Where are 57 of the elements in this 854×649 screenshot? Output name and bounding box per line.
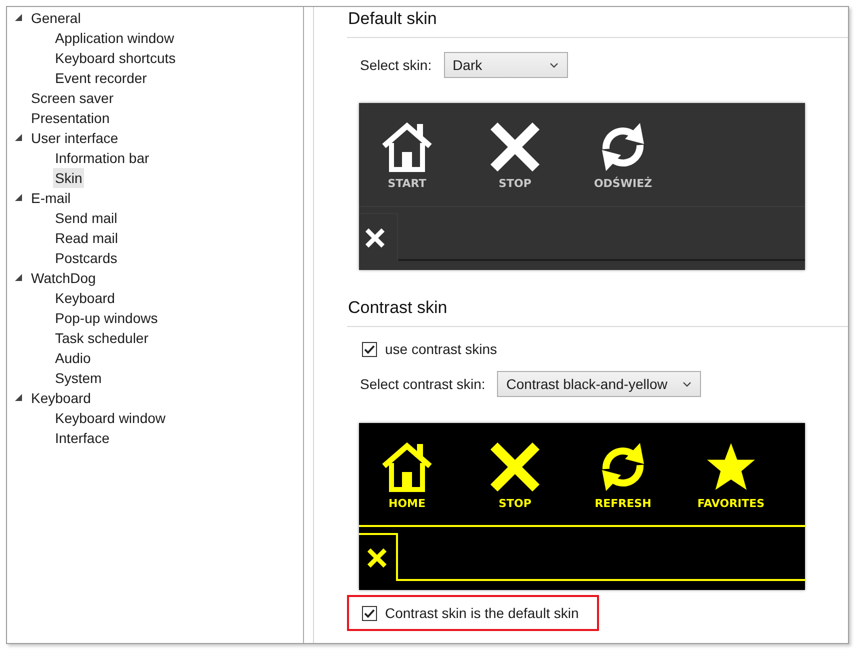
- toolbar-label: ODŚWIEŻ: [594, 178, 652, 190]
- cross-icon: [490, 122, 540, 172]
- tree-item[interactable]: Information bar: [53, 148, 152, 168]
- star-icon: [705, 442, 757, 492]
- tree-item[interactable]: E-mail: [29, 188, 73, 208]
- chevron-down-icon: [550, 62, 558, 68]
- expanded-arrow-icon[interactable]: [15, 14, 22, 21]
- toolbar-label: STOP: [498, 178, 532, 190]
- tree-item[interactable]: WatchDog: [29, 268, 98, 288]
- expanded-arrow-icon[interactable]: [15, 274, 22, 281]
- tree-item[interactable]: Keyboard: [29, 388, 93, 408]
- tree-item[interactable]: Interface: [53, 428, 112, 448]
- tree-item[interactable]: Postcards: [53, 248, 120, 268]
- refresh-icon: [599, 442, 647, 492]
- house-icon: [381, 442, 433, 492]
- cross-icon: [490, 442, 540, 492]
- expanded-arrow-icon[interactable]: [15, 194, 22, 201]
- tree-item[interactable]: Skin: [53, 168, 84, 188]
- expanded-arrow-icon[interactable]: [15, 394, 22, 401]
- tree-item[interactable]: Keyboard window: [53, 408, 168, 428]
- tree-item[interactable]: Application window: [53, 28, 176, 48]
- refresh-icon: [599, 122, 647, 172]
- dropdown[interactable]: Dark: [444, 52, 568, 78]
- tree-item[interactable]: Screen saver: [29, 88, 116, 108]
- expanded-arrow-icon[interactable]: [15, 134, 22, 141]
- house-icon: [381, 122, 433, 172]
- toolbar-label: FAVORITES: [697, 498, 765, 510]
- section-heading: Default skin: [347, 9, 437, 28]
- tree-item[interactable]: Read mail: [53, 228, 120, 248]
- tree-item[interactable]: Keyboard: [53, 288, 117, 308]
- tree-item[interactable]: Presentation: [29, 108, 112, 128]
- tree-item[interactable]: Task scheduler: [53, 328, 150, 348]
- toolbar-label: HOME: [388, 498, 426, 510]
- checkmark-icon: [364, 608, 375, 618]
- tree-item[interactable]: System: [53, 368, 104, 388]
- tree-item[interactable]: Audio: [53, 348, 93, 368]
- section-heading: Contrast skin: [347, 298, 448, 317]
- close-icon: [367, 548, 387, 568]
- checkbox-label[interactable]: use contrast skins: [385, 341, 498, 357]
- tree-item[interactable]: Keyboard shortcuts: [53, 48, 178, 68]
- tree-item[interactable]: General: [29, 8, 83, 28]
- checkbox[interactable]: [362, 606, 377, 620]
- chevron-down-icon: [683, 382, 692, 386]
- field-label: Select contrast skin:: [360, 376, 486, 392]
- tree-item[interactable]: Event recorder: [53, 68, 149, 88]
- toolbar-label: REFRESH: [594, 498, 652, 510]
- tree-item[interactable]: Pop-up windows: [53, 308, 160, 328]
- checkmark-icon: [364, 344, 375, 354]
- close-icon: [365, 228, 385, 248]
- toolbar-label: STOP: [498, 498, 532, 510]
- tree-item[interactable]: Send mail: [53, 208, 120, 228]
- checkbox-label[interactable]: Contrast skin is the default skin: [385, 605, 579, 621]
- checkbox[interactable]: [362, 342, 377, 356]
- dropdown[interactable]: Contrast black-and-yellow: [497, 371, 702, 397]
- tree-item[interactable]: User interface: [29, 128, 120, 148]
- toolbar-label: START: [388, 178, 426, 190]
- field-label: Select skin:: [360, 57, 432, 73]
